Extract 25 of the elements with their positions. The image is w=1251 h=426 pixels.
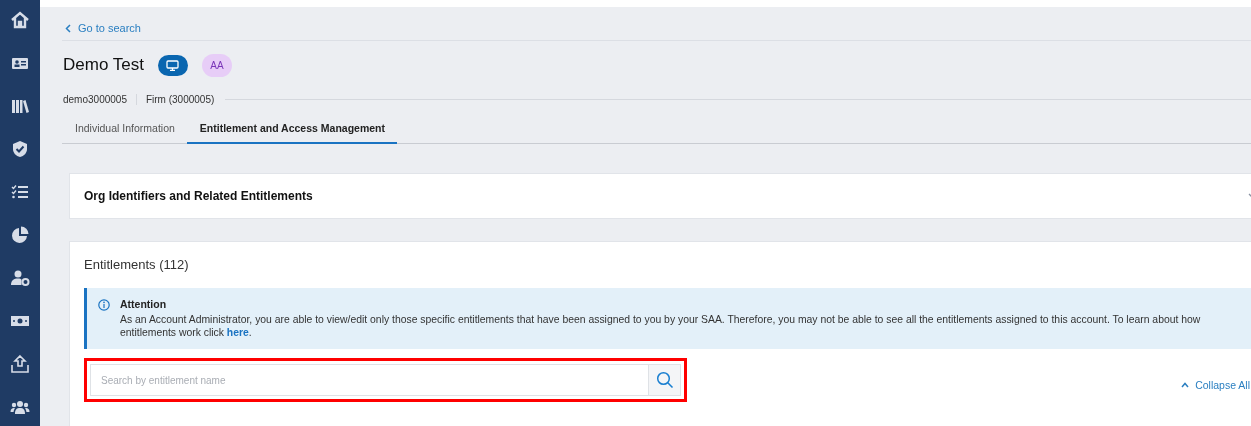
alert-text: As an Account Administrator, you are able to view/edit only those specific entitlements that have been assigned to you by your SAA. Therefore, you may not be able to see all the entitlements assigned to this account. To learn about how entitlements work click here. [120, 313, 1202, 339]
identifier-text: Firm (3000005) [135, 94, 224, 105]
panel-title: Org Identifiers and Related Entitlements [84, 189, 313, 203]
alert-title: Attention [120, 298, 168, 310]
pie-chart-icon[interactable] [10, 225, 30, 245]
shield-check-icon[interactable] [10, 139, 30, 159]
initials-badge: AA [201, 53, 232, 77]
tab[interactable]: Individual Information [62, 117, 187, 144]
page-title: Demo Test [63, 55, 144, 75]
org-identifiers-panel[interactable]: Org Identifiers and Related Entitlements [69, 173, 1251, 219]
tab[interactable]: Entitlement and Access Management [186, 117, 397, 144]
home-icon[interactable] [10, 10, 30, 30]
monitor-badge [157, 54, 188, 76]
back-link[interactable]: Go to search [65, 22, 141, 34]
upload-icon[interactable] [10, 354, 30, 374]
chevron-up-icon [1181, 382, 1190, 388]
search-icon [655, 371, 674, 389]
search-field[interactable]: Search by entitlement name [90, 364, 648, 396]
here-link[interactable]: here [226, 327, 249, 338]
section-title: Entitlements (112) [84, 257, 190, 272]
chevron-left-icon [65, 23, 71, 33]
collapse-all-button[interactable]: Collapse All [1181, 379, 1250, 391]
search-button[interactable] [648, 364, 681, 396]
info-icon [98, 299, 110, 311]
identifier-text: demo3000005 [62, 94, 128, 105]
